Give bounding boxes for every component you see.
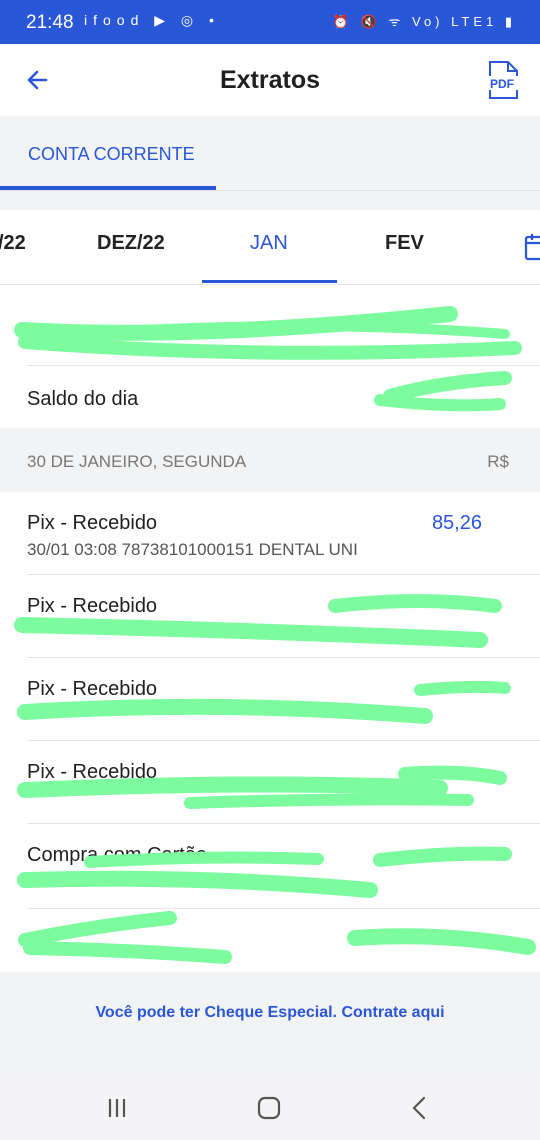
app-bar: Extratos PDF: [0, 44, 540, 116]
back-icon[interactable]: [405, 1094, 435, 1122]
account-tabs: CONTA CORRENTE: [0, 116, 540, 191]
status-time: 21:48: [26, 12, 74, 33]
month-nov-22[interactable]: /22: [0, 232, 26, 255]
redaction-overlay: [14, 306, 536, 964]
active-tab-indicator: [0, 186, 216, 190]
month-selector: /22 DEZ/22 JAN FEV: [0, 210, 540, 285]
month-fev[interactable]: FEV: [385, 232, 424, 255]
active-month-indicator: [202, 280, 337, 283]
svg-text:PDF: PDF: [490, 77, 514, 91]
month-dez-22[interactable]: DEZ/22: [97, 232, 165, 255]
notification-icons: ifood ▶ ◎ •: [84, 12, 220, 28]
page-title: Extratos: [219, 66, 321, 94]
month-jan[interactable]: JAN: [250, 232, 288, 255]
recents-icon[interactable]: [102, 1094, 132, 1122]
status-bar: 21:48 ifood ▶ ◎ • ⏰ 🔇 ᯤ Vo) LTE1 ▮: [0, 0, 540, 44]
pdf-icon[interactable]: PDF: [486, 60, 520, 100]
system-nav-bar: [0, 1076, 540, 1140]
system-status-icons: ⏰ 🔇 ᯤ Vo) LTE1 ▮: [332, 14, 516, 29]
calendar-icon[interactable]: [524, 232, 540, 262]
home-icon[interactable]: [254, 1094, 284, 1122]
cheque-especial-link[interactable]: Você pode ter Cheque Especial. Contrate …: [0, 1004, 540, 1022]
footer: Você pode ter Cheque Especial. Contrate …: [0, 972, 540, 1076]
tab-conta-corrente[interactable]: CONTA CORRENTE: [28, 144, 195, 165]
